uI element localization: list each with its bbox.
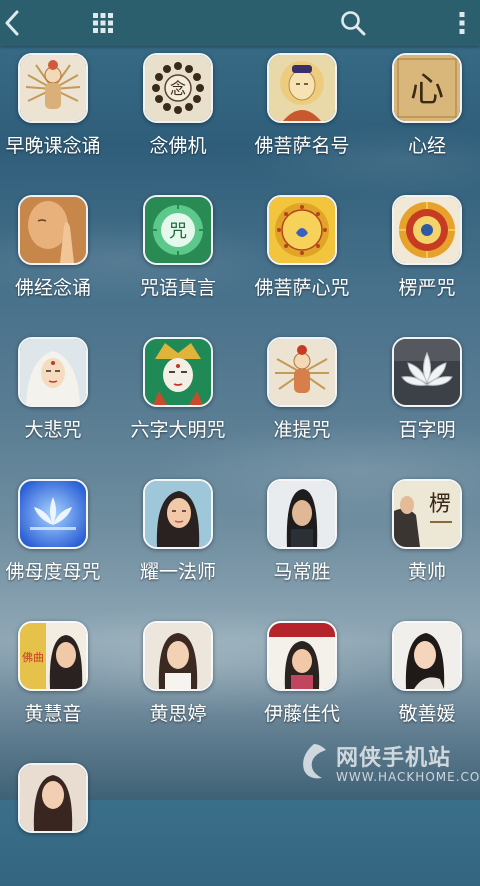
grid-item-huang-huiyin[interactable]: 佛曲 黄慧音: [0, 614, 112, 744]
search-button[interactable]: [336, 0, 370, 46]
grid-item-label: 黄慧音: [24, 703, 82, 725]
grid-item-liuzi-damingzhou[interactable]: 六字大明咒: [119, 330, 237, 460]
grid-item-huang-siting[interactable]: 黄思婷: [119, 614, 237, 744]
singer-portrait-icon: [392, 621, 462, 691]
watermark-url: WWW.HACKHOME.COM: [336, 770, 480, 784]
watermark-title: 网侠手机站: [336, 746, 452, 771]
grid-item-row6-first[interactable]: [0, 756, 112, 886]
lotus-flower-icon: [392, 337, 462, 407]
album-cover-icon: 佛曲: [18, 621, 88, 691]
grid-item-label: 六字大明咒: [130, 419, 226, 441]
chevron-left-icon: [5, 10, 19, 36]
grid-item-label: 心经: [407, 135, 446, 157]
grid-item-zhouyu-zhenyan[interactable]: 咒 咒语真言: [119, 188, 237, 318]
grid-item-label: 佛经念诵: [14, 277, 91, 299]
mantra-char: 咒: [169, 221, 187, 242]
grid-item-fopusa-xinzhou[interactable]: 佛菩萨心咒: [243, 188, 361, 318]
grid-item-baiziming[interactable]: 百字明: [368, 330, 480, 460]
grid-item-zhunti-zhou[interactable]: 准提咒: [243, 330, 361, 460]
grid-item-fojing-niansong[interactable]: 佛经念诵: [0, 188, 112, 318]
cundi-bodhisattva-icon: [267, 337, 337, 407]
grid-item-label: 黄思婷: [149, 703, 207, 725]
singer-portrait-icon: [143, 479, 213, 549]
grid-item-lengyanzhou[interactable]: 楞严咒: [368, 188, 480, 318]
more-options-button[interactable]: [450, 0, 474, 46]
grid-item-label: 马常胜: [273, 561, 331, 583]
grid-item-yiteng-jiadai[interactable]: 伊藤佳代: [243, 614, 361, 744]
grid-item-label: 佛菩萨心咒: [254, 277, 350, 299]
grid-item-yaoyi-fashi[interactable]: 耀一法师: [119, 472, 237, 602]
grid-item-label: 佛菩萨名号: [254, 135, 350, 157]
grid-item-label: 耀一法师: [139, 561, 216, 583]
grid-icon: [93, 13, 113, 33]
calligraphy-heart-icon: 心: [392, 53, 462, 123]
grid-item-fomu-dumuzhou[interactable]: 佛母度母咒: [0, 472, 112, 602]
grid-item-dabeizhou[interactable]: 大悲咒: [0, 330, 112, 460]
prayer-beads-char: 念: [170, 79, 186, 98]
grid-item-label: 百字明: [398, 419, 456, 441]
grid-item-label: 伊藤佳代: [263, 703, 340, 725]
grid-item-xinjing[interactable]: 心 心经: [368, 46, 480, 176]
app-grid: 早晚课念诵 念 念佛机 佛菩萨名号 心 心经 佛经念诵 咒 咒语真言 佛菩萨心咒…: [0, 46, 480, 833]
album-char: 楞: [429, 492, 451, 517]
singer-portrait-icon: [18, 763, 88, 833]
grid-item-jing-shanyuan[interactable]: 敬善媛: [368, 614, 480, 744]
site-watermark: 网侠手机站 WWW.HACKHOME.COM: [292, 736, 480, 792]
heart-char: 心: [410, 70, 444, 110]
prayer-beads-icon: 念: [143, 53, 213, 123]
grid-item-label: 准提咒: [273, 419, 331, 441]
grid-item-label: 佛母度母咒: [5, 561, 101, 583]
singer-portrait-icon: [143, 621, 213, 691]
grid-item-ma-changsheng[interactable]: 马常胜: [243, 472, 361, 602]
grid-item-nianfoji[interactable]: 念 念佛机: [119, 46, 237, 176]
praying-hands-icon: [18, 195, 88, 265]
thousand-arm-bodhisattva-icon: [18, 53, 88, 123]
man-portrait-icon: [267, 479, 337, 549]
top-toolbar: [0, 0, 480, 46]
more-vertical-icon: [459, 12, 465, 34]
album-cover-icon: 楞: [392, 479, 462, 549]
mantra-wheel-icon: 咒: [143, 195, 213, 265]
back-button[interactable]: [0, 0, 24, 46]
album-char: 佛曲: [22, 651, 44, 664]
album-cover-icon: [267, 621, 337, 691]
tibetan-deity-icon: [143, 337, 213, 407]
grid-item-label: 念佛机: [149, 135, 207, 157]
sanskrit-mandala-icon: [267, 195, 337, 265]
grid-menu-button[interactable]: [88, 0, 118, 46]
grid-item-label: 咒语真言: [139, 277, 216, 299]
grid-item-label: 楞严咒: [398, 277, 456, 299]
grid-item-label: 敬善媛: [398, 703, 456, 725]
mandala-icon: [392, 195, 462, 265]
search-icon: [341, 11, 366, 36]
grid-item-label: 黄帅: [407, 561, 446, 583]
blue-lotus-icon: [18, 479, 88, 549]
grid-item-huangshuai[interactable]: 楞 黄帅: [368, 472, 480, 602]
grid-item-fopusa-minghao[interactable]: 佛菩萨名号: [243, 46, 361, 176]
grid-item-zaowanke[interactable]: 早晚课念诵: [0, 46, 112, 176]
buddha-portrait-icon: [267, 53, 337, 123]
grid-item-label: 早晚课念诵: [5, 135, 101, 157]
grid-item-label: 大悲咒: [24, 419, 82, 441]
watermark-logo-icon: [303, 744, 326, 779]
guanyin-portrait-icon: [18, 337, 88, 407]
